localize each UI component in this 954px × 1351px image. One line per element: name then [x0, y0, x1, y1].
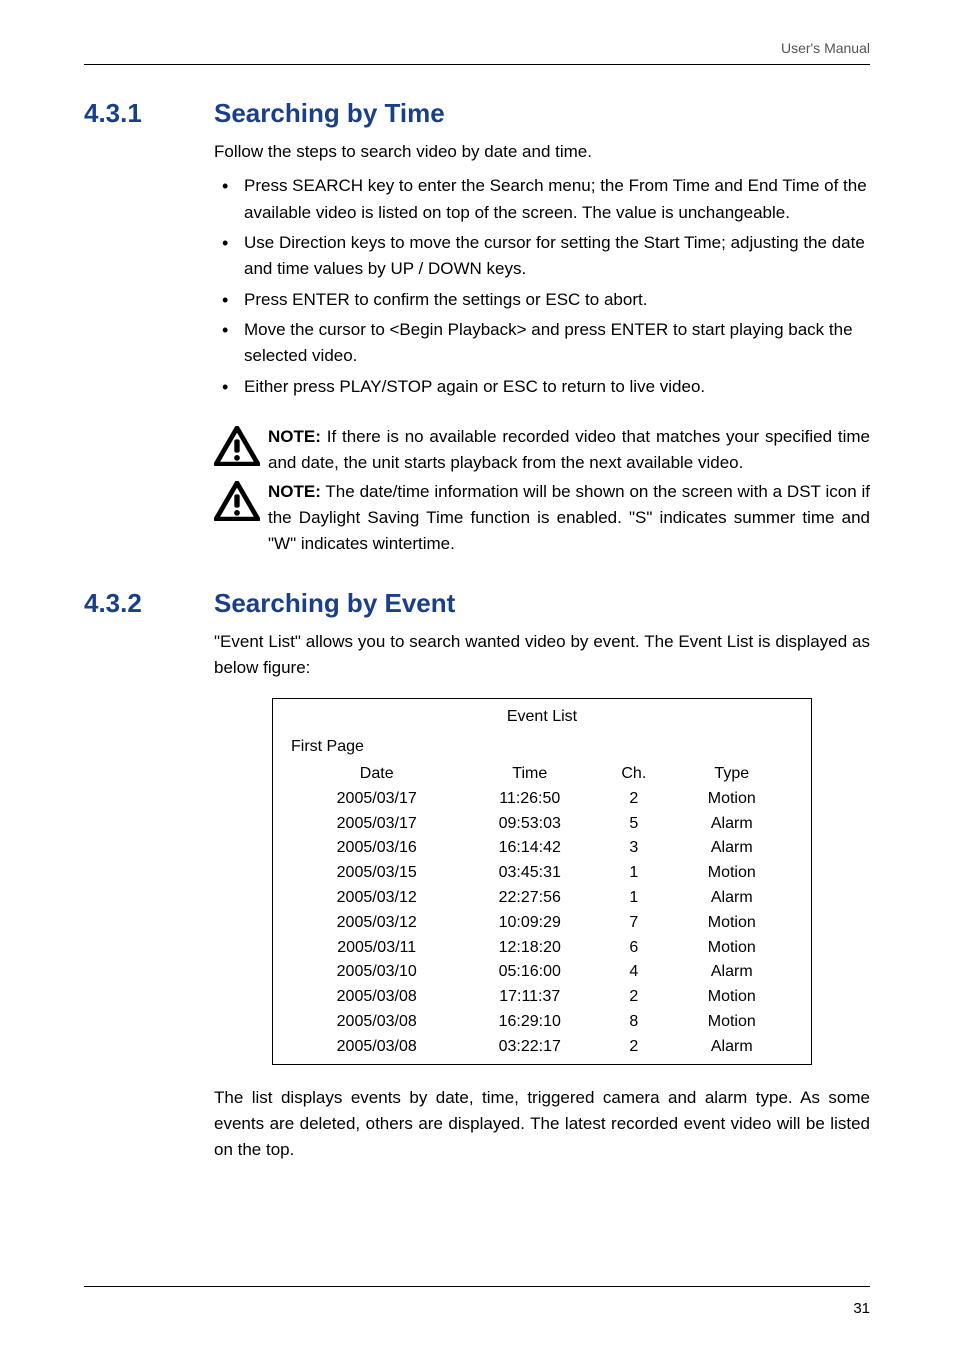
page-content: 4.3.1 Searching by Time Follow the steps… [84, 98, 870, 1164]
cell-time: 16:14:42 [462, 836, 597, 861]
note-label: NOTE: [268, 482, 321, 501]
cell-ch: 2 [597, 787, 670, 812]
note-body: If there is no available recorded video … [268, 427, 870, 472]
cell-type: Motion [671, 861, 793, 886]
cell-date: 2005/03/17 [291, 812, 462, 837]
bullet-item: Move the cursor to <Begin Playback> and … [214, 317, 870, 370]
cell-ch: 3 [597, 836, 670, 861]
cell-ch: 1 [597, 861, 670, 886]
cell-time: 22:27:56 [462, 886, 597, 911]
col-time-header: Time [462, 762, 597, 787]
section2-body: "Event List" allows you to search wanted… [214, 629, 870, 1164]
note-text: NOTE: The date/time information will be … [268, 479, 870, 558]
table-row: 2005/03/12 22:27:56 1 Alarm [291, 886, 793, 911]
warning-icon [214, 426, 262, 474]
cell-date: 2005/03/16 [291, 836, 462, 861]
table-row: 2005/03/08 03:22:17 2 Alarm [291, 1035, 793, 1060]
table-row: 2005/03/17 09:53:03 5 Alarm [291, 812, 793, 837]
cell-ch: 7 [597, 911, 670, 936]
cell-ch: 1 [597, 886, 670, 911]
event-list-header-row: Date Time Ch. Type [291, 762, 793, 787]
cell-date: 2005/03/17 [291, 787, 462, 812]
cell-time: 03:22:17 [462, 1035, 597, 1060]
table-row: 2005/03/17 11:26:50 2 Motion [291, 787, 793, 812]
cell-time: 10:09:29 [462, 911, 597, 936]
cell-ch: 8 [597, 1010, 670, 1035]
bullet-item: Use Direction keys to move the cursor fo… [214, 230, 870, 283]
section-title: Searching by Time [214, 98, 445, 129]
cell-date: 2005/03/10 [291, 960, 462, 985]
event-list-title: Event List [291, 705, 793, 730]
col-ch-header: Ch. [597, 762, 670, 787]
page-number: 31 [853, 1300, 870, 1317]
cell-type: Motion [671, 1010, 793, 1035]
note-row: NOTE: If there is no available recorded … [214, 424, 870, 477]
cell-time: 03:45:31 [462, 861, 597, 886]
cell-date: 2005/03/11 [291, 936, 462, 961]
cell-type: Alarm [671, 836, 793, 861]
cell-type: Alarm [671, 1035, 793, 1060]
section1-intro: Follow the steps to search video by date… [214, 139, 870, 165]
cell-time: 11:26:50 [462, 787, 597, 812]
warning-icon [214, 481, 262, 529]
note-text: NOTE: If there is no available recorded … [268, 424, 870, 477]
bullet-item: Press SEARCH key to enter the Search men… [214, 173, 870, 226]
cell-time: 17:11:37 [462, 985, 597, 1010]
cell-time: 09:53:03 [462, 812, 597, 837]
section2-intro: "Event List" allows you to search wanted… [214, 629, 870, 682]
cell-type: Motion [671, 911, 793, 936]
bullet-item: Either press PLAY/STOP again or ESC to r… [214, 374, 870, 400]
table-row: 2005/03/12 10:09:29 7 Motion [291, 911, 793, 936]
cell-time: 12:18:20 [462, 936, 597, 961]
section-heading-row: 4.3.1 Searching by Time [84, 98, 870, 129]
cell-time: 16:29:10 [462, 1010, 597, 1035]
table-row: 2005/03/08 16:29:10 8 Motion [291, 1010, 793, 1035]
cell-date: 2005/03/12 [291, 911, 462, 936]
header-manual-title: User's Manual [781, 40, 870, 56]
section-title: Searching by Event [214, 588, 455, 619]
note-body: The date/time information will be shown … [268, 482, 870, 554]
bullet-item: Press ENTER to confirm the settings or E… [214, 287, 870, 313]
cell-date: 2005/03/08 [291, 1035, 462, 1060]
note-label: NOTE: [268, 427, 321, 446]
table-row: 2005/03/15 03:45:31 1 Motion [291, 861, 793, 886]
table-row: 2005/03/08 17:11:37 2 Motion [291, 985, 793, 1010]
cell-type: Alarm [671, 960, 793, 985]
cell-ch: 2 [597, 1035, 670, 1060]
cell-date: 2005/03/12 [291, 886, 462, 911]
cell-date: 2005/03/08 [291, 1010, 462, 1035]
cell-type: Motion [671, 787, 793, 812]
table-row: 2005/03/16 16:14:42 3 Alarm [291, 836, 793, 861]
section-number: 4.3.1 [84, 98, 214, 129]
note-row: NOTE: The date/time information will be … [214, 479, 870, 558]
cell-ch: 6 [597, 936, 670, 961]
footer-rule [84, 1286, 870, 1287]
cell-date: 2005/03/15 [291, 861, 462, 886]
cell-date: 2005/03/08 [291, 985, 462, 1010]
event-list-table: Event List First Page Date Time Ch. Type… [272, 698, 812, 1065]
section-number: 4.3.2 [84, 588, 214, 619]
cell-type: Alarm [671, 886, 793, 911]
section2-after-text: The list displays events by date, time, … [214, 1085, 870, 1164]
table-row: 2005/03/10 05:16:00 4 Alarm [291, 960, 793, 985]
col-date-header: Date [291, 762, 462, 787]
cell-type: Motion [671, 936, 793, 961]
cell-ch: 4 [597, 960, 670, 985]
event-list-first-page: First Page [291, 735, 793, 760]
cell-time: 05:16:00 [462, 960, 597, 985]
cell-type: Alarm [671, 812, 793, 837]
cell-ch: 2 [597, 985, 670, 1010]
col-type-header: Type [671, 762, 793, 787]
section-heading-row: 4.3.2 Searching by Event [84, 588, 870, 619]
section1-bullet-list: Press SEARCH key to enter the Search men… [214, 173, 870, 400]
cell-ch: 5 [597, 812, 670, 837]
table-row: 2005/03/11 12:18:20 6 Motion [291, 936, 793, 961]
cell-type: Motion [671, 985, 793, 1010]
header-rule [84, 64, 870, 65]
section1-body: Follow the steps to search video by date… [214, 139, 870, 558]
